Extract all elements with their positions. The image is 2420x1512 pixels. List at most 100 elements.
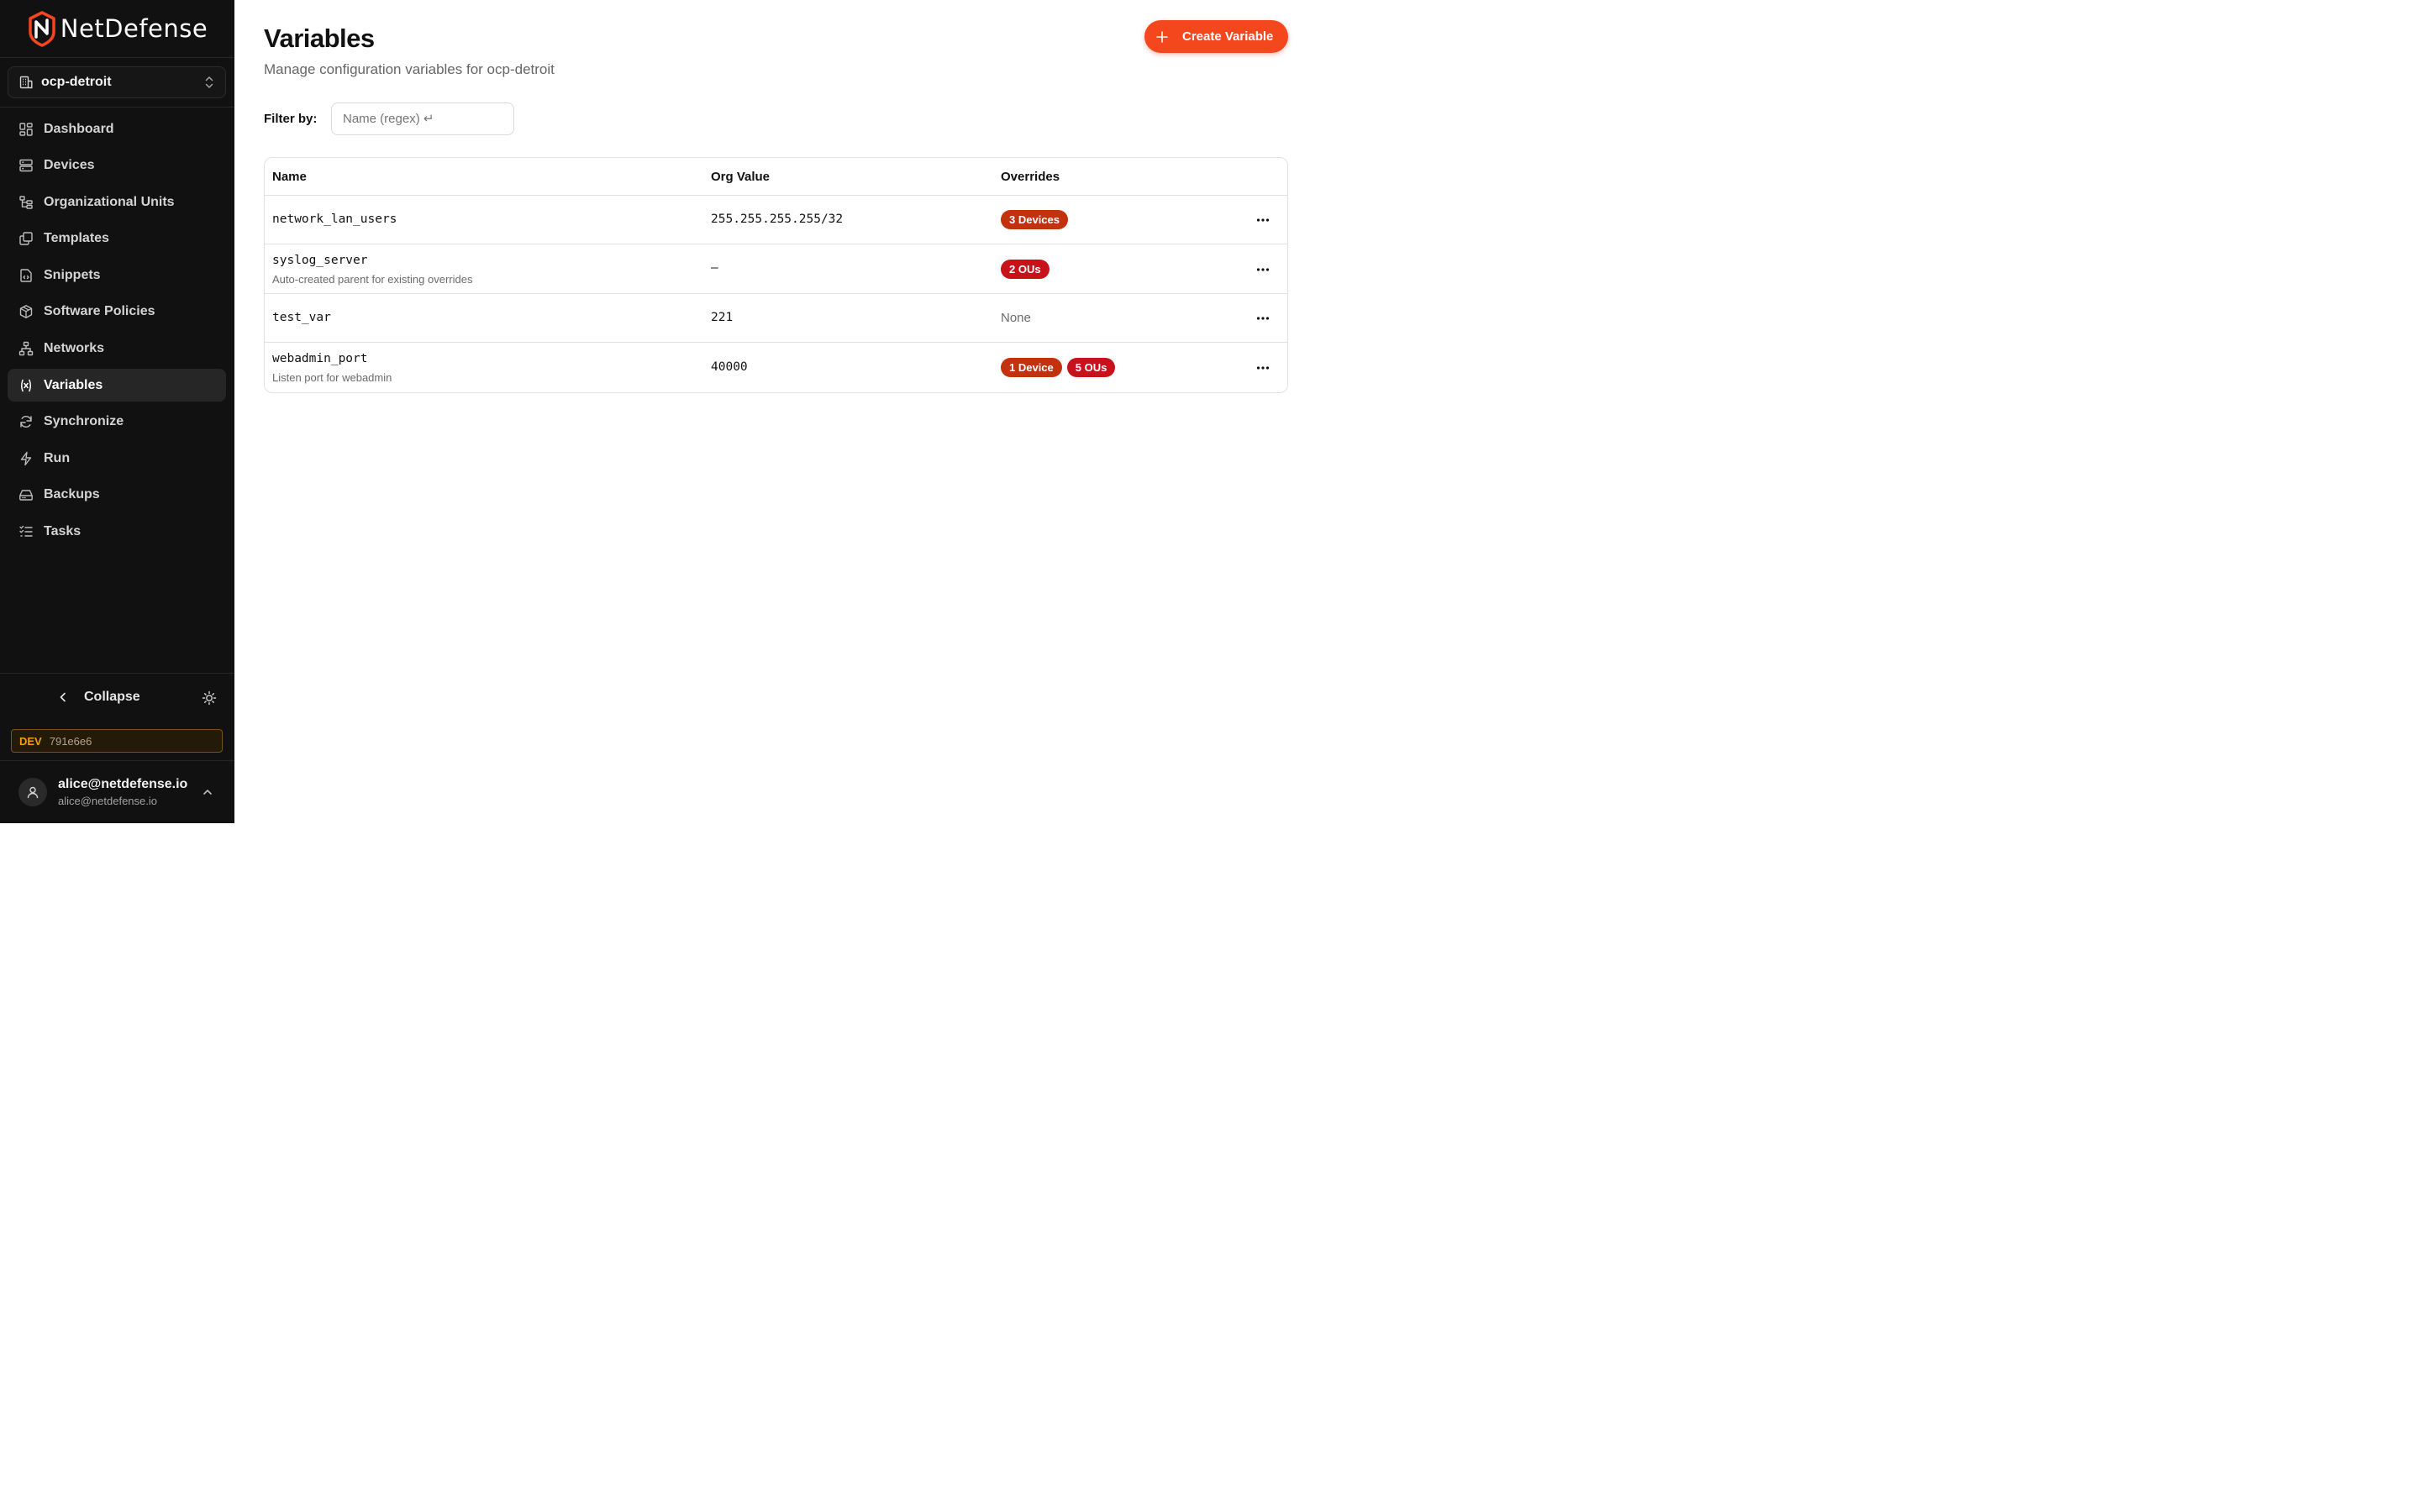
sidebar-item-templates[interactable]: Templates [8,223,226,255]
refresh-icon [20,416,32,428]
sidebar-item-label: Tasks [44,524,82,539]
variable-name: webadmin_port [272,352,368,365]
sidebar-item-variables[interactable]: Variables [8,369,226,402]
sidebar-item-organizational-units[interactable]: Organizational Units [8,186,226,218]
more-horizontal-icon [1256,218,1270,222]
variable-description: Listen port for webadmin [272,371,392,384]
chevron-up-icon[interactable] [202,786,213,798]
column-header-overrides: Overrides [1001,170,1060,184]
chevron-up-down-icon [205,76,213,88]
list-check-icon [19,525,33,537]
tree-icon [19,195,33,209]
org-switcher[interactable]: ocp-detroit [8,66,226,98]
sidebar-item-label: Devices [44,158,95,173]
override-badge-ous[interactable]: 5 OUs [1066,358,1116,377]
override-badge-ous[interactable]: 2 OUs [1001,260,1050,279]
divider [0,673,234,674]
sidebar-item-label: Templates [44,231,109,246]
server-icon [19,159,33,172]
user-menu[interactable]: alice@netdefense.io alice@netdefense.io [0,761,234,823]
sidebar-item-label: Dashboard [44,121,114,136]
variable-name: syslog_server [272,254,368,267]
sidebar-item-backups[interactable]: Backups [8,479,226,512]
sidebar-item-label: Software Policies [44,304,155,319]
more-horizontal-icon [1256,366,1270,370]
user-icon [27,786,39,799]
variable-icon [21,379,31,391]
name-filter-input[interactable] [331,102,514,135]
page-title: Variables [264,24,375,53]
row-actions-button[interactable] [1253,213,1273,228]
sidebar-item-synchronize[interactable]: Synchronize [8,406,226,438]
chevron-left-icon [60,692,66,702]
environment-label: DEV [19,734,42,748]
overrides-cell: 1 Device 5 OUs [1001,358,1116,377]
page-subtitle: Manage configuration variables for ocp-d… [264,61,555,77]
row-actions-button[interactable] [1253,311,1273,326]
table-header: Name Org Value Overrides [265,158,1287,196]
sidebar: NetDefense ocp-detroit Dashboard Devices… [0,0,234,823]
filter-label: Filter by: [264,112,318,126]
create-variable-button[interactable]: Create Variable [1144,20,1288,53]
package-icon [19,305,33,319]
sidebar-item-dashboard[interactable]: Dashboard [8,113,226,145]
row-actions-button[interactable] [1253,360,1273,375]
org-value: 40000 [711,360,748,374]
environment-badge: DEV 791e6e6 [11,729,223,753]
sidebar-item-label: Backups [44,487,100,502]
variable-name: test_var [272,311,331,324]
network-icon [18,341,34,356]
lightning-icon [20,451,32,466]
sidebar-item-label: Variables [44,377,103,392]
collapse-row: Collapse [0,680,234,714]
sidebar-item-tasks[interactable]: Tasks [8,516,226,549]
override-badge-devices[interactable]: 1 Device [1001,358,1062,377]
netdefense-logo-icon [29,11,55,47]
sidebar-item-run[interactable]: Run [8,442,226,475]
override-badge-devices[interactable]: 3 Devices [1001,210,1068,229]
overrides-cell: None [1001,311,1031,325]
table-row[interactable]: syslog_server Auto-created parent for ex… [265,244,1287,294]
more-horizontal-icon [1256,268,1270,271]
user-name: alice@netdefense.io [58,777,188,791]
column-header-org-value: Org Value [711,170,771,184]
variables-table: Name Org Value Overrides network_lan_use… [264,157,1288,393]
sidebar-item-label: Run [44,450,71,465]
create-variable-label: Create Variable [1182,29,1274,44]
avatar [18,778,47,806]
divider [0,107,234,108]
table-row[interactable]: network_lan_users 255.255.255.255/32 3 D… [265,196,1287,244]
dashboard-icon [19,122,33,136]
overrides-none: None [1001,311,1031,325]
sidebar-item-label: Snippets [44,267,101,282]
table-row[interactable]: webadmin_port Listen port for webadmin 4… [265,343,1287,392]
overrides-cell: 2 OUs [1001,260,1050,279]
sidebar-item-snippets[interactable]: Snippets [8,259,226,291]
column-header-name: Name [272,170,307,184]
copy-icon [19,232,33,245]
sidebar-nav: Dashboard Devices Organizational Units T… [8,113,226,552]
table-row[interactable]: test_var 221 None [265,294,1287,343]
org-switcher-label: ocp-detroit [41,75,112,89]
brand-name: NetDefense [60,14,208,43]
hard-drive-icon [19,490,33,501]
sidebar-item-devices[interactable]: Devices [8,150,226,182]
sidebar-item-networks[interactable]: Networks [8,333,226,365]
sidebar-item-label: Networks [44,341,105,356]
collapse-button[interactable]: Collapse [55,687,140,707]
variable-description: Auto-created parent for existing overrid… [272,273,473,286]
sidebar-item-label: Organizational Units [44,194,175,209]
overrides-cell: 3 Devices [1001,210,1068,229]
more-horizontal-icon [1256,317,1270,320]
sidebar-item-software-policies[interactable]: Software Policies [8,296,226,328]
collapse-label: Collapse [84,690,140,704]
row-actions-button[interactable] [1253,262,1273,277]
sidebar-item-label: Synchronize [44,414,124,429]
build-hash: 791e6e6 [49,734,92,748]
user-email: alice@netdefense.io [58,795,157,807]
divider [0,57,234,58]
org-value: 221 [711,311,734,324]
brand[interactable]: NetDefense [0,0,234,57]
org-value: — [711,261,718,275]
sun-icon[interactable] [202,690,217,706]
